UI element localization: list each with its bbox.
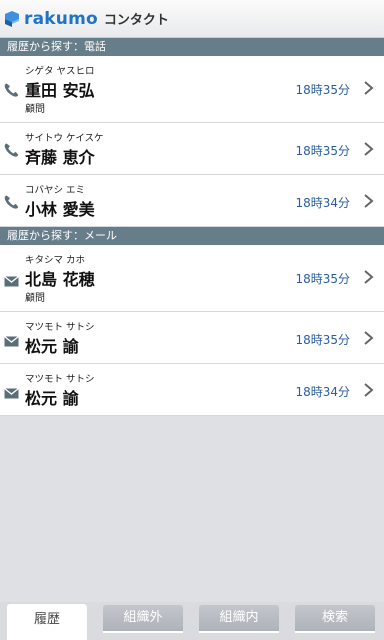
tab-underline (199, 631, 279, 633)
mail-history-section: 履歴から探す：メール キタシマ カホ 北島 花穂 顧問 18時35分 マツモト … (0, 227, 384, 416)
list-item[interactable]: サイトウ ケイスケ 斉藤 恵介 18時35分 (0, 123, 384, 175)
mail-icon (4, 335, 19, 347)
chevron-right-icon (364, 81, 374, 95)
bottom-tab-bar: 履歴 組織外 組織内 検索 (0, 602, 384, 640)
contact-name: 北島 花穂 (25, 270, 95, 289)
chevron-right-icon (364, 383, 374, 397)
app-header: rakumo コンタクト (0, 0, 384, 38)
tab-underline (103, 631, 183, 633)
contact-role: 顧問 (25, 104, 45, 115)
page-title: コンタクト (103, 13, 169, 28)
tab-history[interactable]: 履歴 (7, 604, 87, 640)
list-item[interactable]: マツモト サトシ 松元 諭 18時35分 (0, 312, 384, 364)
contact-name: 重田 安弘 (25, 81, 95, 100)
section-header-phone: 履歴から探す：電話 (0, 38, 384, 56)
section-header-mail: 履歴から探す：メール (0, 227, 384, 245)
list-item[interactable]: キタシマ カホ 北島 花穂 顧問 18時35分 (0, 245, 384, 312)
contact-name: 小林 愛美 (25, 200, 95, 219)
mail-time: 18時35分 (295, 272, 350, 286)
chevron-right-icon (364, 142, 374, 156)
mail-icon (4, 275, 19, 287)
list-item[interactable]: マツモト サトシ 松元 諭 18時34分 (0, 364, 384, 416)
contact-role: 顧問 (25, 293, 45, 304)
phone-history-section: 履歴から探す：電話 シゲタ ヤスヒロ 重田 安弘 顧問 18時35分 サイトウ … (0, 38, 384, 227)
contact-kana: コバヤシ エミ (25, 185, 86, 196)
contact-kana: マツモト サトシ (25, 374, 95, 385)
brand-name: rakumo (24, 8, 98, 29)
contact-name: 斉藤 恵介 (25, 148, 95, 167)
contact-kana: マツモト サトシ (25, 322, 95, 333)
call-time: 18時35分 (295, 144, 350, 158)
mail-time: 18時35分 (295, 333, 350, 347)
contact-name: 松元 諭 (25, 337, 79, 356)
phone-icon (4, 195, 19, 209)
contact-kana: シゲタ ヤスヒロ (25, 66, 95, 77)
tab-internal-org[interactable]: 組織内 (199, 605, 279, 631)
contact-kana: キタシマ カホ (25, 255, 86, 266)
chevron-right-icon (364, 270, 374, 284)
call-time: 18時35分 (295, 83, 350, 97)
list-item[interactable]: コバヤシ エミ 小林 愛美 18時34分 (0, 175, 384, 227)
mail-time: 18時34分 (295, 385, 350, 399)
list-item[interactable]: シゲタ ヤスヒロ 重田 安弘 顧問 18時35分 (0, 56, 384, 123)
tab-external-org[interactable]: 組織外 (103, 605, 183, 631)
mail-icon (4, 387, 19, 399)
chevron-right-icon (364, 331, 374, 345)
contact-name: 松元 諭 (25, 389, 79, 408)
phone-icon (4, 143, 19, 157)
chevron-right-icon (364, 194, 374, 208)
call-time: 18時34分 (295, 196, 350, 210)
contact-kana: サイトウ ケイスケ (25, 133, 104, 144)
phone-icon (4, 83, 19, 97)
rakumo-logo-icon (5, 10, 19, 27)
tab-underline (295, 631, 375, 633)
tab-search[interactable]: 検索 (295, 605, 375, 631)
